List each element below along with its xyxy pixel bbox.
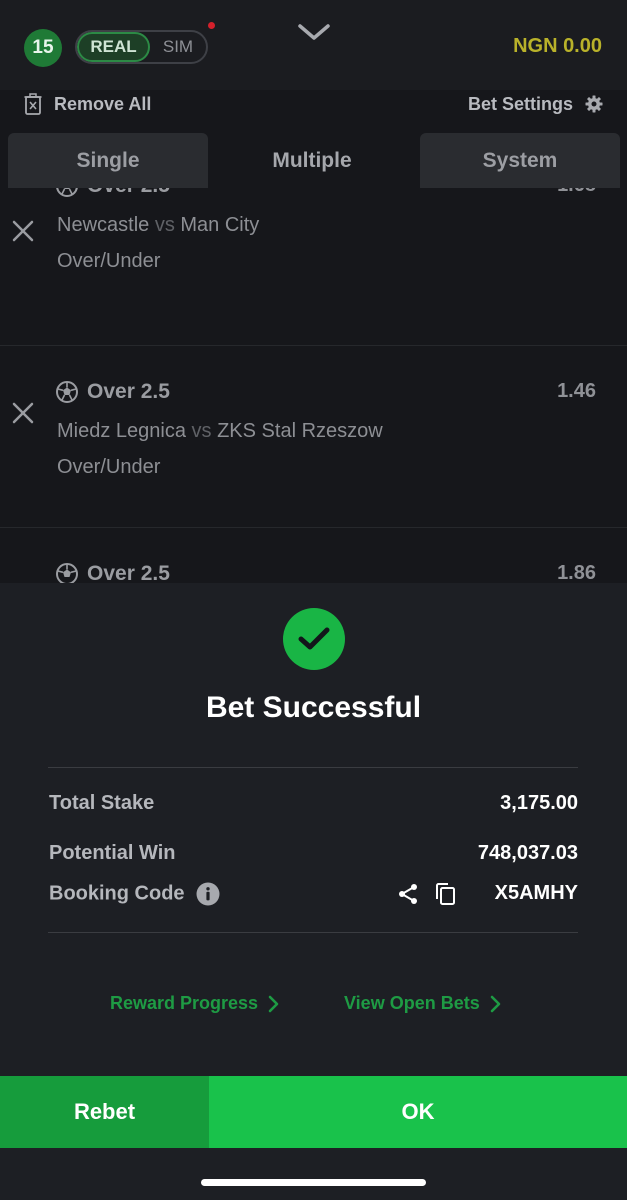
home-team: Miedz Legnica [57, 420, 186, 442]
market-name: Over/Under [57, 456, 161, 478]
balance: NGN 0.00 [513, 35, 602, 57]
total-stake-label: Total Stake [49, 792, 155, 814]
tab-system[interactable]: System [420, 133, 620, 188]
tab-single[interactable]: Single [8, 133, 208, 188]
away-team: ZKS Stal Rzeszow [217, 420, 383, 442]
ok-button[interactable]: OK [209, 1076, 627, 1148]
close-icon[interactable] [11, 401, 35, 425]
vs-label: vs [191, 420, 212, 442]
bet-settings-button[interactable]: Bet Settings [468, 90, 603, 118]
selection-name: Over 2.5 [87, 380, 170, 403]
mode-real-option[interactable]: REAL [77, 32, 150, 62]
selection-name: Over 2.5 [87, 562, 170, 583]
vs-label: vs [154, 214, 175, 236]
mode-sim-option[interactable]: SIM [150, 37, 206, 57]
bet-success-panel: Bet Successful Total Stake 3,175.00 Pote… [0, 583, 627, 1200]
view-open-bets-link[interactable]: View Open Bets [344, 993, 502, 1014]
info-icon[interactable] [196, 882, 220, 906]
selection-line: Over 2.5 [55, 380, 170, 404]
bet-item: Over 2.5 1.86 [0, 528, 627, 583]
chevron-down-icon[interactable] [296, 18, 332, 44]
home-indicator[interactable] [201, 1179, 426, 1186]
chevron-right-icon [490, 995, 501, 1012]
potential-win-value: 748,037.03 [477, 842, 578, 864]
reward-progress-link[interactable]: Reward Progress [110, 993, 280, 1014]
booking-code-row: Booking Code [49, 882, 220, 906]
bet-odds: 1.46 [557, 380, 596, 402]
home-team: Newcastle [57, 214, 150, 236]
bet-count-badge: 15 [24, 29, 62, 67]
gear-icon [585, 95, 603, 113]
bet-item: Over 2.5 1.68 Newcastle vs Man City Over… [0, 188, 627, 346]
away-team: Man City [180, 214, 260, 236]
divider [48, 767, 578, 768]
selection-line: Over 2.5 [55, 562, 170, 583]
success-check-icon [283, 608, 345, 670]
real-sim-toggle[interactable]: REAL SIM [75, 30, 208, 64]
bet-settings-label: Bet Settings [467, 93, 573, 114]
reward-progress-label: Reward Progress [110, 993, 259, 1013]
remove-all-label: Remove All [54, 93, 152, 114]
divider [48, 932, 578, 933]
bet-item: Over 2.5 1.46 Miedz Legnica vs ZKS Stal … [0, 346, 627, 528]
selection-name: Over 2.5 [87, 188, 170, 198]
soccer-ball-icon [56, 563, 78, 583]
checkmark-icon [298, 627, 330, 650]
rebet-button[interactable]: Rebet [0, 1076, 209, 1148]
bet-odds: 1.86 [557, 562, 596, 583]
match-name: Miedz Legnica vs ZKS Stal Rzeszow [57, 420, 383, 443]
tab-multiple[interactable]: Multiple [212, 133, 412, 188]
success-title: Bet Successful [205, 691, 422, 724]
notification-dot [208, 22, 215, 29]
booking-code-actions [396, 882, 456, 906]
bet-type-tabs: Single Multiple System [0, 133, 627, 188]
copy-icon[interactable] [434, 882, 456, 906]
market-name: Over/Under [57, 250, 161, 272]
close-icon[interactable] [11, 219, 35, 243]
potential-win-label: Potential Win [49, 842, 176, 864]
match-name: Newcastle vs Man City [57, 214, 259, 237]
top-bar: 15 REAL SIM NGN 0.00 [0, 0, 627, 90]
soccer-ball-icon [56, 188, 78, 197]
bet-list[interactable]: Over 2.5 1.68 Newcastle vs Man City Over… [0, 188, 627, 583]
soccer-ball-icon [56, 381, 78, 403]
selection-line: Over 2.5 [55, 188, 170, 198]
booking-code-value[interactable]: X5AMHY [495, 882, 578, 905]
trash-icon [24, 93, 42, 115]
share-icon[interactable] [396, 882, 420, 906]
view-open-bets-label: View Open Bets [344, 993, 480, 1013]
booking-code-label: Booking Code [49, 882, 185, 905]
remove-all-button[interactable]: Remove All [24, 90, 151, 118]
chevron-right-icon [268, 995, 279, 1012]
bet-odds: 1.68 [557, 188, 596, 197]
total-stake-value: 3,175.00 [500, 792, 578, 814]
